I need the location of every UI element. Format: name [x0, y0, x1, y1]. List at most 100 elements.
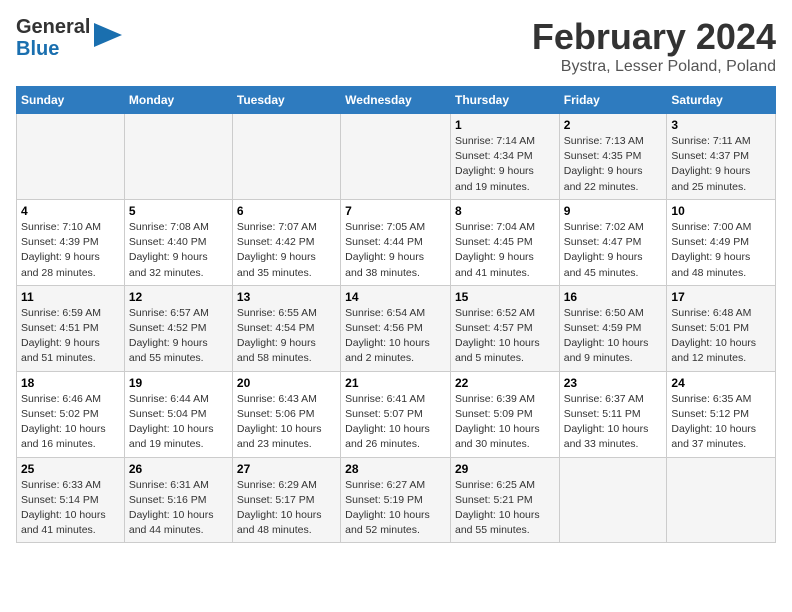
calendar-cell: 14Sunrise: 6:54 AM Sunset: 4:56 PM Dayli… — [341, 285, 451, 371]
day-info: Sunrise: 6:57 AM Sunset: 4:52 PM Dayligh… — [129, 306, 228, 367]
calendar-cell: 1Sunrise: 7:14 AM Sunset: 4:34 PM Daylig… — [450, 114, 559, 200]
day-info: Sunrise: 7:00 AM Sunset: 4:49 PM Dayligh… — [671, 220, 771, 281]
day-info: Sunrise: 7:05 AM Sunset: 4:44 PM Dayligh… — [345, 220, 446, 281]
day-info: Sunrise: 7:08 AM Sunset: 4:40 PM Dayligh… — [129, 220, 228, 281]
day-info: Sunrise: 7:02 AM Sunset: 4:47 PM Dayligh… — [564, 220, 663, 281]
day-info: Sunrise: 6:25 AM Sunset: 5:21 PM Dayligh… — [455, 478, 555, 539]
calendar-table: SundayMondayTuesdayWednesdayThursdayFrid… — [16, 86, 776, 543]
calendar-cell: 8 Sunrise: 7:04 AM Sunset: 4:45 PM Daylig… — [450, 199, 559, 285]
day-info: Sunrise: 6:37 AM Sunset: 5:11 PM Dayligh… — [564, 392, 663, 453]
calendar-cell: 2 Sunrise: 7:13 AM Sunset: 4:35 PM Daylig… — [559, 114, 667, 200]
calendar-cell: 24 Sunrise: 6:35 AM Sunset: 5:12 PM Dayli… — [667, 371, 776, 457]
day-info: Sunrise: 6:27 AM Sunset: 5:19 PM Dayligh… — [345, 478, 446, 539]
day-info: Sunrise: 7:07 AM Sunset: 4:42 PM Dayligh… — [237, 220, 336, 281]
day-number: 21 — [345, 376, 446, 390]
day-number: 29 — [455, 462, 555, 476]
calendar-cell: 25Sunrise: 6:33 AM Sunset: 5:14 PM Dayli… — [17, 457, 125, 543]
day-number: 8 — [455, 204, 555, 218]
column-header-sunday: Sunday — [17, 87, 125, 114]
day-number: 16 — [564, 290, 663, 304]
logo-blue: Blue — [16, 38, 59, 60]
calendar-cell: 17Sunrise: 6:48 AM Sunset: 5:01 PM Dayli… — [667, 285, 776, 371]
calendar-cell: 4 Sunrise: 7:10 AM Sunset: 4:39 PM Daylig… — [17, 199, 125, 285]
page-header: General Blue February 2024 Bystra, Lesse… — [16, 16, 776, 76]
day-number: 25 — [21, 462, 120, 476]
column-header-tuesday: Tuesday — [232, 87, 340, 114]
calendar-cell: 3Sunrise: 7:11 AM Sunset: 4:37 PM Daylig… — [667, 114, 776, 200]
calendar-cell — [232, 114, 340, 200]
day-number: 27 — [237, 462, 336, 476]
calendar-cell: 13 Sunrise: 6:55 AM Sunset: 4:54 PM Dayli… — [232, 285, 340, 371]
calendar-cell: 9Sunrise: 7:02 AM Sunset: 4:47 PM Daylig… — [559, 199, 667, 285]
calendar-cell: 7 Sunrise: 7:05 AM Sunset: 4:44 PM Daylig… — [341, 199, 451, 285]
subtitle: Bystra, Lesser Poland, Poland — [532, 58, 776, 76]
day-info: Sunrise: 6:43 AM Sunset: 5:06 PM Dayligh… — [237, 392, 336, 453]
calendar-cell: 20Sunrise: 6:43 AM Sunset: 5:06 PM Dayli… — [232, 371, 340, 457]
day-number: 5 — [129, 204, 228, 218]
logo: General Blue — [16, 16, 122, 60]
day-info: Sunrise: 7:14 AM Sunset: 4:34 PM Dayligh… — [455, 134, 555, 195]
column-header-saturday: Saturday — [667, 87, 776, 114]
day-number: 4 — [21, 204, 120, 218]
calendar-cell: 21Sunrise: 6:41 AM Sunset: 5:07 PM Dayli… — [341, 371, 451, 457]
day-info: Sunrise: 7:10 AM Sunset: 4:39 PM Dayligh… — [21, 220, 120, 281]
day-info: Sunrise: 7:13 AM Sunset: 4:35 PM Dayligh… — [564, 134, 663, 195]
title-section: February 2024 Bystra, Lesser Poland, Pol… — [532, 16, 776, 76]
calendar-cell: 12 Sunrise: 6:57 AM Sunset: 4:52 PM Dayli… — [124, 285, 232, 371]
day-number: 10 — [671, 204, 771, 218]
day-number: 18 — [21, 376, 120, 390]
day-info: Sunrise: 6:44 AM Sunset: 5:04 PM Dayligh… — [129, 392, 228, 453]
day-info: Sunrise: 6:50 AM Sunset: 4:59 PM Dayligh… — [564, 306, 663, 367]
day-number: 28 — [345, 462, 446, 476]
calendar-cell: 18 Sunrise: 6:46 AM Sunset: 5:02 PM Dayli… — [17, 371, 125, 457]
calendar-cell: 23 Sunrise: 6:37 AM Sunset: 5:11 PM Dayli… — [559, 371, 667, 457]
logo-arrow-icon — [94, 23, 122, 47]
calendar-cell: 22 Sunrise: 6:39 AM Sunset: 5:09 PM Dayli… — [450, 371, 559, 457]
calendar-cell — [667, 457, 776, 543]
column-header-friday: Friday — [559, 87, 667, 114]
day-number: 15 — [455, 290, 555, 304]
column-header-wednesday: Wednesday — [341, 87, 451, 114]
calendar-cell: 28 Sunrise: 6:27 AM Sunset: 5:19 PM Dayli… — [341, 457, 451, 543]
day-info: Sunrise: 7:11 AM Sunset: 4:37 PM Dayligh… — [671, 134, 771, 195]
calendar-week-row: 4 Sunrise: 7:10 AM Sunset: 4:39 PM Daylig… — [17, 199, 776, 285]
calendar-cell: 10 Sunrise: 7:00 AM Sunset: 4:49 PM Dayli… — [667, 199, 776, 285]
calendar-cell: 15 Sunrise: 6:52 AM Sunset: 4:57 PM Dayli… — [450, 285, 559, 371]
calendar-week-row: 18 Sunrise: 6:46 AM Sunset: 5:02 PM Dayli… — [17, 371, 776, 457]
day-info: Sunrise: 6:52 AM Sunset: 4:57 PM Dayligh… — [455, 306, 555, 367]
day-number: 13 — [237, 290, 336, 304]
logo-general: General — [16, 16, 90, 38]
day-number: 11 — [21, 290, 120, 304]
calendar-week-row: 1Sunrise: 7:14 AM Sunset: 4:34 PM Daylig… — [17, 114, 776, 200]
day-number: 12 — [129, 290, 228, 304]
column-header-monday: Monday — [124, 87, 232, 114]
day-number: 22 — [455, 376, 555, 390]
calendar-week-row: 25Sunrise: 6:33 AM Sunset: 5:14 PM Dayli… — [17, 457, 776, 543]
calendar-cell — [124, 114, 232, 200]
day-number: 2 — [564, 118, 663, 132]
calendar-cell: 19Sunrise: 6:44 AM Sunset: 5:04 PM Dayli… — [124, 371, 232, 457]
day-info: Sunrise: 6:55 AM Sunset: 4:54 PM Dayligh… — [237, 306, 336, 367]
day-info: Sunrise: 6:35 AM Sunset: 5:12 PM Dayligh… — [671, 392, 771, 453]
calendar-cell: 29 Sunrise: 6:25 AM Sunset: 5:21 PM Dayli… — [450, 457, 559, 543]
day-info: Sunrise: 6:48 AM Sunset: 5:01 PM Dayligh… — [671, 306, 771, 367]
calendar-cell: 11 Sunrise: 6:59 AM Sunset: 4:51 PM Dayli… — [17, 285, 125, 371]
column-header-thursday: Thursday — [450, 87, 559, 114]
day-number: 6 — [237, 204, 336, 218]
day-info: Sunrise: 6:46 AM Sunset: 5:02 PM Dayligh… — [21, 392, 120, 453]
day-info: Sunrise: 6:39 AM Sunset: 5:09 PM Dayligh… — [455, 392, 555, 453]
day-info: Sunrise: 6:29 AM Sunset: 5:17 PM Dayligh… — [237, 478, 336, 539]
day-info: Sunrise: 7:04 AM Sunset: 4:45 PM Dayligh… — [455, 220, 555, 281]
calendar-cell: 6 Sunrise: 7:07 AM Sunset: 4:42 PM Daylig… — [232, 199, 340, 285]
calendar-header-row: SundayMondayTuesdayWednesdayThursdayFrid… — [17, 87, 776, 114]
day-info: Sunrise: 6:31 AM Sunset: 5:16 PM Dayligh… — [129, 478, 228, 539]
day-number: 23 — [564, 376, 663, 390]
calendar-week-row: 11 Sunrise: 6:59 AM Sunset: 4:51 PM Dayli… — [17, 285, 776, 371]
calendar-cell — [341, 114, 451, 200]
calendar-cell — [17, 114, 125, 200]
calendar-cell: 27 Sunrise: 6:29 AM Sunset: 5:17 PM Dayli… — [232, 457, 340, 543]
day-number: 26 — [129, 462, 228, 476]
day-number: 7 — [345, 204, 446, 218]
day-number: 24 — [671, 376, 771, 390]
day-info: Sunrise: 6:59 AM Sunset: 4:51 PM Dayligh… — [21, 306, 120, 367]
